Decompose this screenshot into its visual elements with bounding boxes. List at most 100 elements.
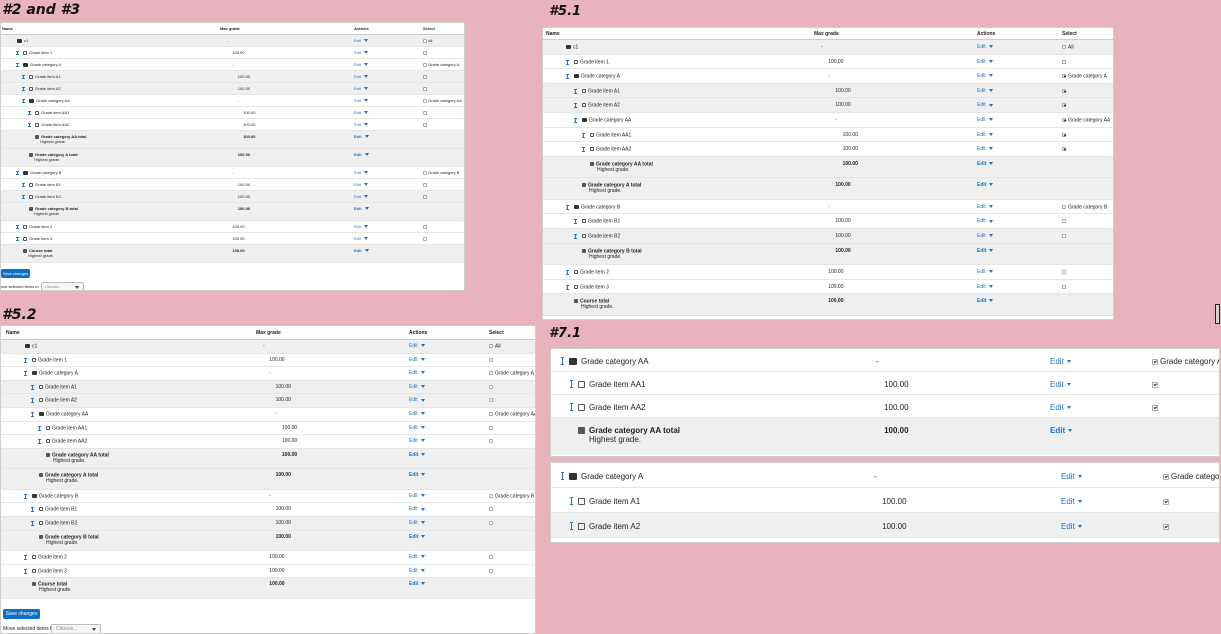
drag-handle-icon[interactable]: [16, 237, 19, 241]
select-checkbox[interactable]: [423, 123, 427, 127]
scroll-handle[interactable]: [1215, 304, 1220, 324]
drag-handle-icon[interactable]: [570, 522, 573, 530]
select-checkbox[interactable]: [423, 237, 427, 241]
edit-menu-button[interactable]: Edit: [977, 219, 993, 225]
drag-handle-icon[interactable]: [24, 357, 27, 363]
edit-menu-button[interactable]: Edit: [977, 269, 993, 276]
select-checkbox[interactable]: [489, 398, 493, 403]
drag-handle-icon[interactable]: [22, 183, 25, 187]
select-checkbox[interactable]: [489, 425, 493, 430]
select-cell[interactable]: [423, 195, 428, 200]
edit-menu-button[interactable]: Edit: [977, 146, 993, 153]
drag-handle-icon[interactable]: [561, 357, 564, 365]
select-cell[interactable]: All: [489, 343, 501, 350]
edit-menu-button[interactable]: Edit: [409, 398, 425, 404]
select-cell[interactable]: Grade category AA: [423, 98, 462, 104]
edit-menu-button[interactable]: Edit: [354, 248, 369, 254]
drag-handle-icon[interactable]: [570, 497, 573, 505]
drag-handle-icon[interactable]: [22, 99, 25, 103]
select-cell[interactable]: All: [1062, 44, 1074, 51]
drag-handle-icon[interactable]: [16, 225, 19, 229]
edit-menu-button[interactable]: Edit: [354, 224, 368, 230]
drag-handle-icon[interactable]: [570, 380, 573, 388]
select-cell[interactable]: [1062, 284, 1068, 291]
select-checkbox[interactable]: [489, 371, 493, 376]
drag-handle-icon[interactable]: [31, 384, 34, 390]
select-cell[interactable]: [423, 51, 428, 56]
move-target-select[interactable]: Choose...: [41, 282, 84, 290]
select-cell[interactable]: [489, 357, 495, 364]
select-checkbox[interactable]: [489, 412, 493, 416]
drag-handle-icon[interactable]: [22, 87, 25, 91]
drag-handle-icon[interactable]: [38, 439, 41, 445]
edit-menu-button[interactable]: Edit: [354, 74, 368, 80]
select-cell[interactable]: [423, 75, 428, 80]
select-checkbox[interactable]: [1062, 270, 1066, 275]
edit-menu-button[interactable]: Edit: [354, 110, 368, 116]
drag-handle-icon[interactable]: [561, 472, 564, 480]
edit-menu-button[interactable]: Edit: [409, 581, 426, 588]
select-checkbox[interactable]: [489, 357, 493, 362]
select-cell[interactable]: [1163, 522, 1171, 531]
edit-menu-button[interactable]: Edit: [977, 284, 993, 291]
select-cell[interactable]: Grade category AA: [1062, 117, 1110, 124]
select-checkbox[interactable]: [423, 183, 427, 187]
select-cell[interactable]: [1062, 59, 1068, 66]
select-cell[interactable]: [1163, 497, 1171, 506]
edit-menu-button[interactable]: Edit: [977, 73, 993, 80]
edit-menu-button[interactable]: Edit: [977, 44, 993, 51]
edit-menu-button[interactable]: Edit: [354, 62, 368, 68]
drag-handle-icon[interactable]: [574, 103, 577, 109]
select-checkbox[interactable]: [1062, 118, 1066, 122]
select-checkbox[interactable]: [423, 195, 427, 199]
select-checkbox[interactable]: [1152, 404, 1158, 411]
select-checkbox[interactable]: [1062, 45, 1066, 49]
select-cell[interactable]: [489, 555, 495, 561]
select-checkbox[interactable]: [423, 99, 427, 103]
edit-menu-button[interactable]: Edit: [1050, 403, 1071, 412]
select-checkbox[interactable]: [1062, 284, 1066, 289]
edit-menu-button[interactable]: Edit: [354, 134, 369, 140]
select-checkbox[interactable]: [1062, 74, 1066, 79]
move-target-select[interactable]: Choose...: [51, 623, 101, 633]
select-cell[interactable]: [489, 384, 495, 391]
select-cell[interactable]: [423, 87, 428, 92]
select-cell[interactable]: Grade category B: [489, 493, 534, 500]
drag-handle-icon[interactable]: [28, 123, 31, 127]
edit-menu-button[interactable]: Edit: [977, 59, 993, 66]
select-checkbox[interactable]: [1062, 103, 1066, 108]
select-cell[interactable]: [423, 111, 428, 116]
drag-handle-icon[interactable]: [570, 403, 573, 411]
select-cell[interactable]: Grade category AA: [489, 411, 535, 418]
drag-handle-icon[interactable]: [31, 521, 34, 526]
drag-handle-icon[interactable]: [16, 63, 19, 67]
edit-menu-button[interactable]: Edit: [354, 206, 369, 212]
edit-menu-button[interactable]: Edit: [1061, 497, 1082, 506]
select-cell[interactable]: [489, 439, 495, 445]
edit-menu-button[interactable]: Edit: [409, 554, 425, 561]
select-checkbox[interactable]: [489, 555, 493, 560]
select-checkbox[interactable]: [1163, 473, 1169, 480]
select-checkbox[interactable]: [1062, 132, 1066, 137]
edit-menu-button[interactable]: Edit: [409, 425, 425, 432]
select-cell[interactable]: [1062, 147, 1068, 153]
select-cell[interactable]: [489, 425, 495, 432]
select-checkbox[interactable]: [1062, 204, 1066, 209]
edit-menu-button[interactable]: Edit: [354, 86, 368, 92]
drag-handle-icon[interactable]: [574, 219, 577, 225]
edit-menu-button[interactable]: Edit: [977, 233, 993, 240]
select-checkbox[interactable]: [423, 171, 427, 175]
edit-menu-button[interactable]: Edit: [354, 38, 368, 44]
drag-handle-icon[interactable]: [566, 270, 569, 276]
select-cell[interactable]: [423, 183, 428, 188]
edit-menu-button[interactable]: Edit: [354, 122, 368, 128]
edit-menu-button[interactable]: Edit: [354, 182, 368, 188]
save-changes-button[interactable]: Save changes: [1, 269, 30, 278]
edit-menu-button[interactable]: Edit: [409, 493, 425, 500]
drag-handle-icon[interactable]: [24, 555, 27, 561]
select-cell[interactable]: [1062, 219, 1068, 225]
drag-handle-icon[interactable]: [566, 204, 569, 210]
edit-menu-button[interactable]: Edit: [354, 170, 368, 176]
select-cell[interactable]: [1062, 132, 1068, 139]
drag-handle-icon[interactable]: [16, 51, 19, 55]
